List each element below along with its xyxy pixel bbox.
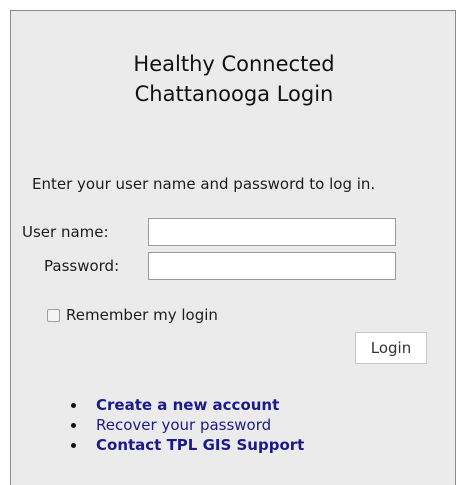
page-title: Healthy Connected Chattanooga Login	[11, 49, 457, 109]
title-line-2: Chattanooga Login	[134, 82, 334, 106]
remember-checkbox[interactable]	[47, 308, 60, 322]
password-label: Password:	[44, 257, 120, 275]
bullet-icon	[71, 402, 76, 408]
bullet-icon	[71, 422, 76, 428]
password-input[interactable]	[148, 252, 396, 280]
remember-login[interactable]: Remember my login	[47, 306, 218, 324]
list-item: Contact TPL GIS Support	[71, 435, 304, 455]
list-item: Recover your password	[71, 415, 304, 435]
login-panel: Healthy Connected Chattanooga Login Ente…	[10, 10, 456, 485]
remember-label[interactable]: Remember my login	[66, 306, 218, 324]
help-links: Create a new account Recover your passwo…	[71, 395, 304, 455]
username-input[interactable]	[148, 218, 396, 246]
list-item: Create a new account	[71, 395, 304, 415]
login-button[interactable]: Login	[355, 332, 427, 364]
contact-support-link[interactable]: Contact TPL GIS Support	[96, 436, 304, 454]
username-label: User name:	[22, 223, 109, 241]
bullet-icon	[71, 442, 76, 448]
create-account-link[interactable]: Create a new account	[96, 396, 279, 414]
recover-password-link[interactable]: Recover your password	[96, 416, 271, 434]
login-instructions: Enter your user name and password to log…	[32, 175, 376, 193]
title-line-1: Healthy Connected	[133, 52, 335, 76]
